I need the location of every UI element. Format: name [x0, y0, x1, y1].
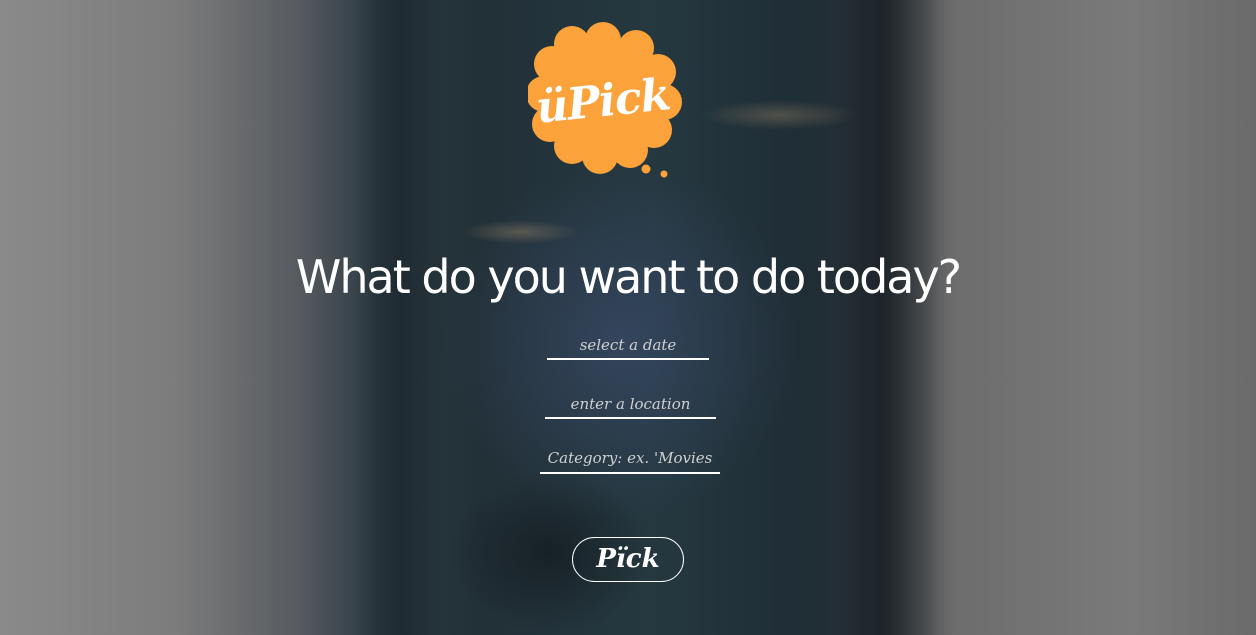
background-blur-right	[830, 0, 940, 635]
page-background: üPick What do you want to do today? Pïck	[0, 0, 1256, 635]
pick-button[interactable]: Pïck	[572, 537, 684, 582]
background-blur-left	[355, 0, 445, 635]
date-input[interactable]	[547, 334, 709, 360]
location-input[interactable]	[545, 393, 716, 419]
background-light-strip	[460, 220, 580, 244]
category-input[interactable]	[540, 446, 720, 474]
background-light-strip	[700, 100, 860, 130]
upick-logo[interactable]: üPick	[526, 20, 684, 180]
page-title: What do you want to do today?	[295, 250, 962, 304]
